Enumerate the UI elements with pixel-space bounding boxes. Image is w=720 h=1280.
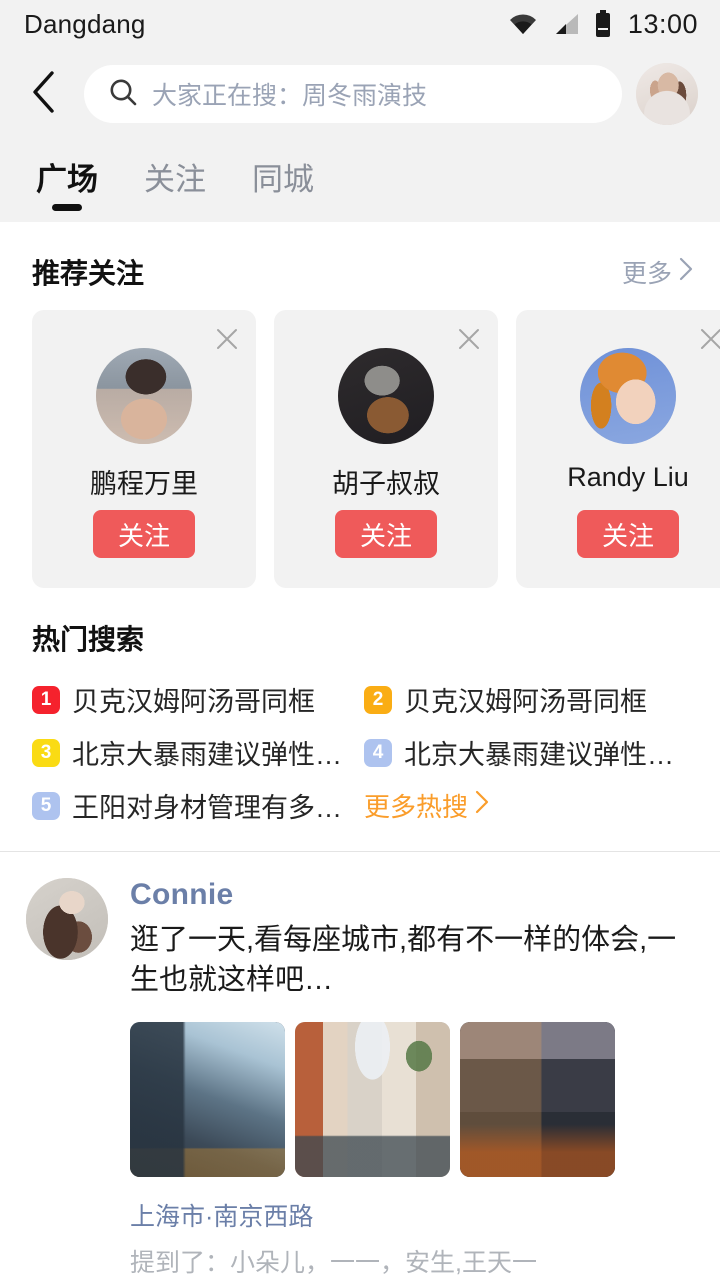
post-author-name[interactable]: Connie	[130, 878, 694, 912]
wifi-icon	[508, 12, 538, 36]
post-body: Connie 逛了一天,看每座城市,都有不一样的体会,一生也就这样吧… 上海市·…	[130, 878, 694, 1279]
post-image-detail	[130, 1022, 285, 1178]
signal-icon	[552, 12, 580, 36]
tab-label: 同城	[252, 161, 314, 197]
close-icon[interactable]	[456, 326, 482, 352]
rank-badge: 1	[32, 685, 60, 714]
status-bar: Dangdang 13:00	[0, 0, 720, 48]
post-image-detail	[460, 1022, 615, 1178]
hot-search-text: 北京大暴雨建议弹性…	[72, 740, 342, 770]
hot-search-list: 1 贝克汉姆阿汤哥同框 2 贝克汉姆阿汤哥同框 3 北京大暴雨建议弹性… 4 北…	[0, 676, 720, 851]
recommend-user-card[interactable]: 胡子叔叔 关注	[274, 310, 498, 588]
search-input[interactable]: 大家正在搜：周冬雨演技	[152, 76, 427, 112]
recommend-user-card[interactable]: 鹏程万里 关注	[32, 310, 256, 588]
section-title: 热门搜索	[32, 624, 145, 655]
more-hot-search-button[interactable]: 更多热搜	[364, 786, 696, 825]
avatar-image	[636, 63, 698, 125]
status-icons: 13:00	[508, 9, 698, 40]
back-button[interactable]	[18, 68, 70, 120]
follow-button[interactable]: 关注	[335, 510, 437, 558]
hot-search-item[interactable]: 4 北京大暴雨建议弹性…	[364, 733, 696, 772]
rank-badge: 3	[32, 738, 60, 767]
user-name: 胡子叔叔	[332, 469, 440, 499]
avatar-image	[96, 348, 192, 444]
post-author-avatar[interactable]	[26, 878, 108, 960]
recommend-more-button[interactable]: 更多	[622, 254, 694, 290]
search-bar[interactable]: 大家正在搜：周冬雨演技	[84, 65, 622, 123]
recommend-follow-section: 推荐关注 更多 鹏程万里 关注 胡子叔叔 关注 Randy Liu 关注	[0, 222, 720, 588]
feed-post[interactable]: Connie 逛了一天,看每座城市,都有不一样的体会,一生也就这样吧… 上海市·…	[0, 852, 720, 1279]
close-icon[interactable]	[214, 326, 240, 352]
avatar	[338, 348, 434, 444]
tab-label: 广场	[36, 161, 98, 197]
post-text: 逛了一天,看每座城市,都有不一样的体会,一生也就这样吧…	[130, 924, 677, 997]
post-image[interactable]	[295, 1022, 450, 1178]
post-mentions: 提到了：小朵儿，一一，安生,王天一	[130, 1249, 537, 1278]
hot-search-text: 贝克汉姆阿汤哥同框	[404, 687, 647, 717]
hot-search-item[interactable]: 2 贝克汉姆阿汤哥同框	[364, 680, 696, 719]
hot-search-text: 北京大暴雨建议弹性…	[404, 740, 674, 770]
close-icon[interactable]	[698, 326, 720, 352]
app-header: 大家正在搜：周冬雨演技	[0, 48, 720, 140]
recommend-user-card[interactable]: Randy Liu 关注	[516, 310, 720, 588]
post-location[interactable]: 上海市·南京西路	[130, 1197, 694, 1233]
rank-badge: 2	[364, 685, 392, 714]
hot-search-item[interactable]: 5 王阳对身材管理有多…	[32, 786, 364, 825]
chevron-right-icon	[678, 256, 694, 289]
post-image-grid	[130, 1022, 694, 1178]
battery-icon	[594, 10, 612, 38]
hot-search-section: 热门搜索 1 贝克汉姆阿汤哥同框 2 贝克汉姆阿汤哥同框 3 北京大暴雨建议弹性…	[0, 588, 720, 851]
post-image-detail	[295, 1022, 450, 1178]
tab-active-indicator	[52, 203, 82, 211]
profile-avatar[interactable]	[636, 63, 698, 125]
avatar	[580, 348, 676, 444]
hot-search-header: 热门搜索	[0, 588, 720, 676]
chevron-left-icon	[27, 69, 61, 120]
more-hot-search-label: 更多热搜	[364, 792, 469, 822]
avatar-image	[580, 348, 676, 444]
avatar-image	[338, 348, 434, 444]
user-name: 鹏程万里	[90, 469, 198, 499]
hot-search-text: 贝克汉姆阿汤哥同框	[72, 687, 315, 717]
follow-button[interactable]: 关注	[577, 510, 679, 558]
tab-square[interactable]: 广场	[32, 154, 102, 211]
search-icon	[108, 77, 138, 112]
post-image[interactable]	[130, 1022, 285, 1178]
hot-search-text: 王阳对身材管理有多…	[72, 793, 342, 823]
section-title: 推荐关注	[32, 258, 145, 289]
avatar	[96, 348, 192, 444]
hot-search-item[interactable]: 3 北京大暴雨建议弹性…	[32, 733, 364, 772]
tab-bar: 广场 关注 同城	[0, 140, 720, 222]
app-screen: Dangdang 13:00 大家正在搜：周冬雨演技 广场 关注 同城 推荐关注…	[0, 0, 720, 1280]
user-name: Randy Liu	[567, 462, 689, 492]
clock-label: 13:00	[627, 8, 698, 39]
follow-button[interactable]: 关注	[93, 510, 195, 558]
hot-search-item[interactable]: 1 贝克汉姆阿汤哥同框	[32, 680, 364, 719]
recommend-more-label: 更多	[621, 260, 672, 288]
tab-following[interactable]: 关注	[140, 154, 210, 209]
post-image[interactable]	[460, 1022, 615, 1178]
avatar-image	[26, 878, 108, 960]
recommend-header: 推荐关注 更多	[0, 222, 720, 310]
chevron-right-icon	[474, 789, 490, 822]
carrier-label: Dangdang	[24, 8, 146, 39]
tab-nearby[interactable]: 同城	[248, 154, 318, 209]
recommend-card-list[interactable]: 鹏程万里 关注 胡子叔叔 关注 Randy Liu 关注	[0, 310, 720, 588]
rank-badge: 5	[32, 791, 60, 820]
rank-badge: 4	[364, 738, 392, 767]
tab-label: 关注	[144, 161, 206, 197]
